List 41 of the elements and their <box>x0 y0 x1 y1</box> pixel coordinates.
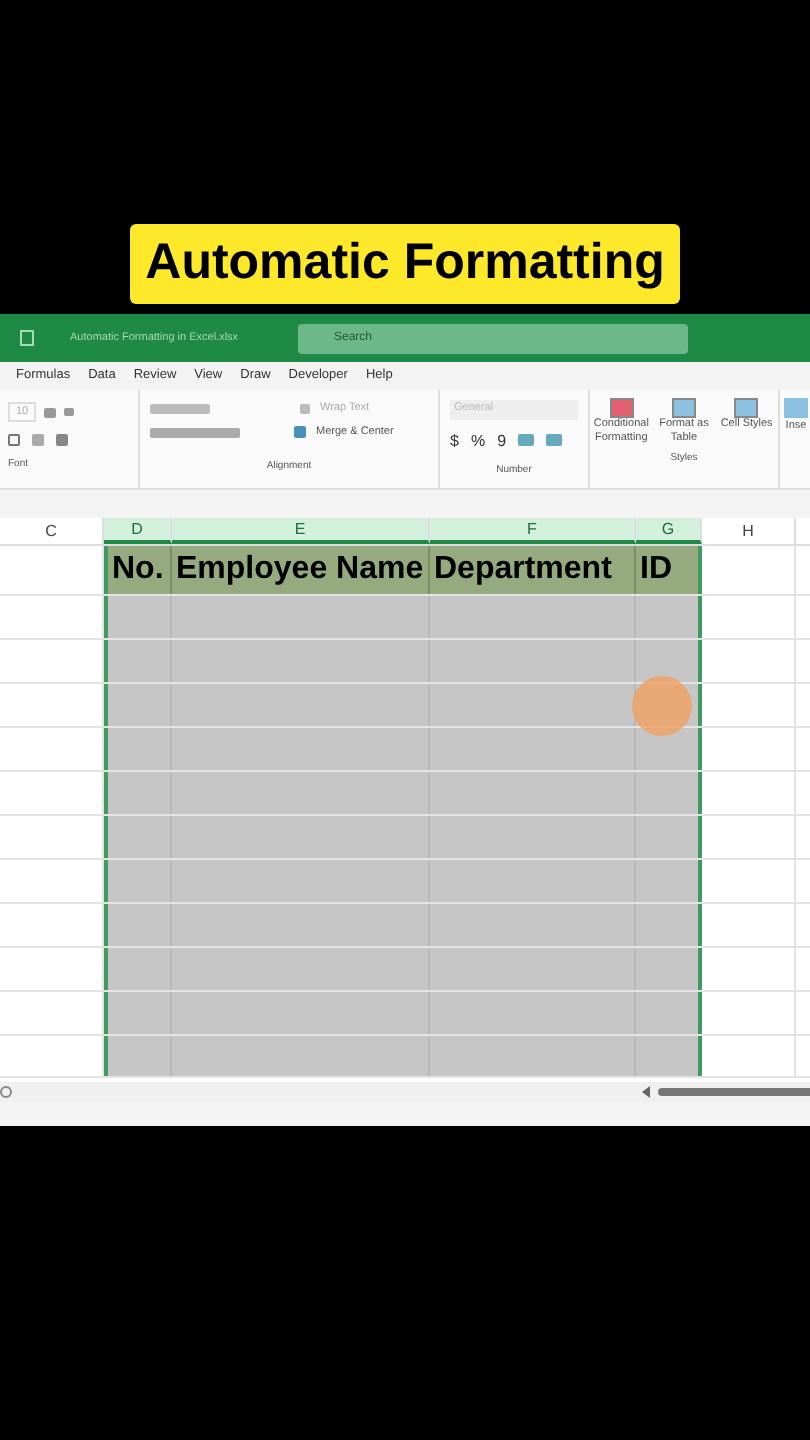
table-icon <box>671 398 696 418</box>
selected-cell <box>104 684 172 726</box>
selected-cell <box>636 640 702 682</box>
selected-cell <box>636 772 702 814</box>
caption: Automatic Formatting <box>129 224 681 304</box>
selected-cell <box>636 904 702 946</box>
selected-cell <box>104 992 172 1034</box>
add-sheet-icon[interactable] <box>0 1086 12 1098</box>
selected-cell <box>636 948 702 990</box>
selected-cell <box>104 1036 172 1076</box>
selected-cell <box>104 816 172 858</box>
selected-cell <box>104 772 172 814</box>
selected-cell <box>104 860 172 902</box>
column-header[interactable]: G <box>636 518 702 544</box>
table-header-cell: Employee Name <box>172 546 430 594</box>
scroll-bar[interactable] <box>658 1088 810 1096</box>
selected-cell <box>104 596 172 638</box>
selected-cell <box>636 728 702 770</box>
selected-cell <box>104 904 172 946</box>
table-header-cell: Department <box>430 546 636 594</box>
selected-cell <box>104 948 172 990</box>
merge-icon[interactable] <box>294 426 306 439</box>
selected-cell <box>104 640 172 682</box>
table-icon <box>609 398 634 418</box>
column-header[interactable]: D <box>104 518 172 544</box>
selected-cell <box>636 596 702 638</box>
selected-cell <box>636 992 702 1034</box>
percent-button[interactable]: % <box>470 430 486 454</box>
currency-button[interactable]: $ <box>450 430 459 454</box>
selected-cell <box>104 728 172 770</box>
table-header-cell: ID <box>636 546 702 594</box>
selected-cell <box>636 860 702 902</box>
table-header-cell: No. <box>104 546 172 594</box>
selected-cell <box>636 816 702 858</box>
column-header[interactable]: F <box>430 518 636 544</box>
column-header[interactable]: E <box>172 518 430 544</box>
borders-icon[interactable] <box>8 434 20 447</box>
comma-button[interactable]: 9 <box>497 430 507 454</box>
table-icon <box>734 398 759 418</box>
selected-cell <box>636 1036 702 1076</box>
column-header[interactable]: H <box>702 518 796 544</box>
